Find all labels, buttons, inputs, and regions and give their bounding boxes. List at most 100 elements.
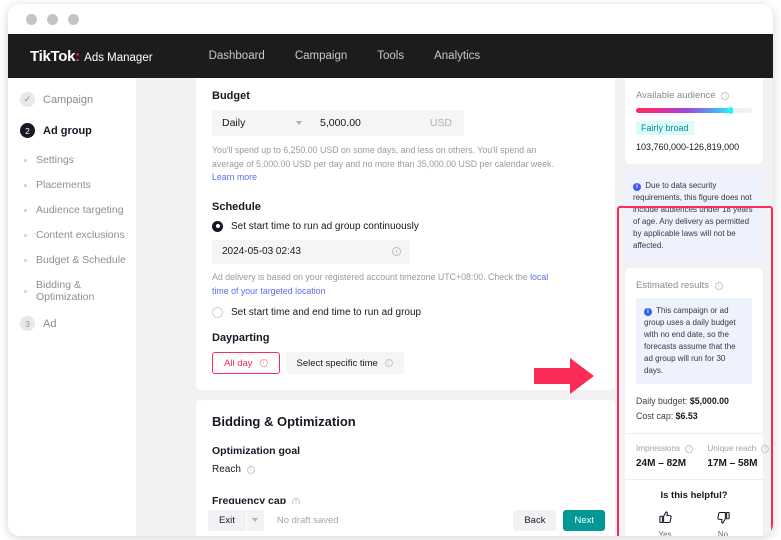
sidebar-step-label-campaign: Campaign [43, 93, 94, 106]
dayparting-section-title: Dayparting [212, 332, 270, 345]
exit-button[interactable]: Exit [208, 509, 246, 531]
info-icon[interactable]: i [685, 445, 694, 453]
schedule-option-continuous[interactable]: Set start time to run ad group continuou… [212, 220, 599, 232]
nav-link-campaign[interactable]: Campaign [295, 50, 347, 62]
main-content: Budget Daily 5,000.00 USD You'll spend u… [196, 78, 625, 536]
schedule-timezone-text: Ad delivery is based on your registered … [212, 271, 528, 282]
budget-schedule-card: Budget Daily 5,000.00 USD You'll spend u… [196, 78, 615, 391]
window-maximize-dot[interactable] [68, 13, 79, 25]
brand-name: TikTok [30, 47, 76, 65]
metric-unique-reach-value: 17M – 58M [707, 458, 758, 469]
bottom-action-bar: Exit No draft saved Back Next [196, 504, 615, 536]
dayparting-option-all-day[interactable]: All day i [212, 352, 280, 375]
thumbs-down-icon [716, 511, 730, 524]
available-audience-panel: Available audience i Fairly broad 103,76… [625, 78, 763, 164]
estimated-metrics: Impressions i 24M – 82M Unique reach i 1… [636, 444, 770, 469]
audience-note-wrap: i Due to data security requirements, thi… [625, 173, 763, 268]
sidebar-item-budget-schedule[interactable]: Budget & Schedule [20, 254, 136, 266]
feedback-no-button[interactable]: No [716, 510, 731, 536]
panel-divider [625, 433, 763, 434]
brand-subtitle: Ads Manager [84, 51, 153, 64]
feedback-yes-button[interactable]: Yes [658, 510, 673, 536]
sidebar-item-label-content-exclusions: Content exclusions [36, 229, 125, 241]
estimated-results-panel: Estimated results i i This campaign or a… [625, 268, 770, 536]
window-minimize-dot[interactable] [47, 13, 58, 25]
sidebar-step-ad[interactable]: 3 Ad [20, 316, 136, 331]
sidebar-item-placements[interactable]: Placements [20, 179, 136, 191]
cost-cap-label: Cost cap: [636, 410, 674, 421]
sidebar-item-label-bidding-optimization: Bidding & Optimization [36, 279, 95, 303]
daily-budget-label: Daily budget: [636, 396, 688, 406]
thumbs-up-icon [658, 511, 672, 524]
metric-unique-reach: Unique reach i 17M – 58M [707, 444, 770, 469]
sidebar-item-content-exclusions[interactable]: Content exclusions [20, 229, 136, 241]
info-icon[interactable]: i [761, 445, 770, 453]
info-icon[interactable]: i [259, 359, 268, 368]
sidebar-step-campaign[interactable]: ✓ Campaign [20, 92, 136, 107]
check-icon: ✓ [20, 92, 35, 107]
back-button[interactable]: Back [513, 509, 557, 531]
brand-dot: : [75, 47, 81, 65]
draft-status-label: No draft saved [276, 514, 339, 526]
clock-icon [392, 247, 401, 257]
app-body: ✓ Campaign 2 Ad group Settings Placement… [8, 78, 773, 536]
nav-link-tools[interactable]: Tools [377, 50, 404, 62]
info-icon[interactable]: i [714, 282, 723, 290]
gauge-knob-icon [729, 107, 734, 114]
info-icon: i [644, 308, 652, 316]
estimated-results-note-text: This campaign or ad group uses a daily b… [644, 306, 736, 375]
sidebar-item-settings[interactable]: Settings [20, 154, 136, 166]
sidebar: ✓ Campaign 2 Ad group Settings Placement… [8, 78, 136, 536]
budget-currency-label: USD [429, 117, 452, 129]
nav-link-dashboard[interactable]: Dashboard [209, 50, 265, 62]
dayparting-segmented-control: All day i Select specific time i [212, 352, 599, 375]
sidebar-step-adgroup[interactable]: 2 Ad group [20, 123, 136, 138]
audience-breadth-gauge [636, 107, 752, 114]
info-icon[interactable]: i [384, 359, 393, 368]
optimization-goal-text: Reach [212, 464, 241, 476]
step-number-badge: 2 [20, 123, 35, 138]
bidding-card-title: Bidding & Optimization [212, 414, 356, 430]
dayparting-option-specific-time[interactable]: Select specific time i [285, 352, 404, 375]
available-audience-title-text: Available audience [636, 90, 716, 101]
cost-cap-line: Cost cap: $6.53 [636, 409, 752, 424]
schedule-start-datetime-value: 2024-05-03 02:43 [222, 246, 301, 258]
chevron-down-icon [296, 121, 302, 125]
budget-amount-input[interactable]: 5,000.00 [310, 117, 430, 129]
next-button[interactable]: Next [563, 509, 605, 531]
budget-type-select[interactable]: Daily [212, 110, 310, 136]
layout-gutter [136, 78, 196, 536]
feedback-no-label: No [717, 530, 729, 536]
brand-logo[interactable]: TikTok : Ads Manager [30, 48, 153, 65]
audience-data-security-note-text: Due to data security requirements, this … [633, 181, 753, 250]
schedule-option-continuous-label: Set start time to run ad group continuou… [231, 220, 419, 232]
bullet-icon [24, 183, 27, 187]
radio-icon [212, 220, 223, 232]
sidebar-item-audience-targeting[interactable]: Audience targeting [20, 204, 136, 216]
app-window: TikTok : Ads Manager Dashboard Campaign … [8, 4, 773, 536]
cost-cap-value: $6.53 [675, 410, 698, 421]
info-icon[interactable]: i [246, 466, 255, 475]
budget-helper-text: You'll spend up to 6,250.00 USD on some … [212, 144, 557, 185]
feedback-buttons: Yes No [636, 510, 752, 536]
top-navigation-bar: TikTok : Ads Manager Dashboard Campaign … [8, 34, 773, 78]
sidebar-item-bidding-optimization[interactable]: Bidding & Optimization [20, 279, 136, 303]
exit-dropdown-button[interactable] [246, 509, 264, 531]
schedule-option-start-end[interactable]: Set start time and end time to run ad gr… [212, 307, 599, 319]
sidebar-item-label-placements: Placements [36, 179, 91, 191]
info-icon[interactable]: i [721, 92, 730, 100]
budget-learn-more-link[interactable]: Learn more [212, 172, 257, 182]
metric-impressions: Impressions i 24M – 82M [636, 444, 694, 469]
metric-impressions-label: Impressions i [636, 444, 694, 453]
nav-links: Dashboard Campaign Tools Analytics [209, 50, 481, 62]
estimated-results-note: i This campaign or ad group uses a daily… [636, 298, 752, 384]
chevron-down-icon [252, 518, 259, 522]
estimated-results-title: Estimated results i [636, 280, 752, 291]
nav-link-analytics[interactable]: Analytics [434, 50, 480, 62]
budget-input-row: Daily 5,000.00 USD [212, 110, 464, 136]
window-close-dot[interactable] [26, 13, 37, 25]
schedule-start-datetime-input[interactable]: 2024-05-03 02:43 [212, 239, 410, 264]
sidebar-step-label-ad: Ad [43, 317, 57, 330]
audience-data-security-note: i Due to data security requirements, thi… [625, 173, 763, 259]
metric-unique-reach-label-text: Unique reach [707, 444, 757, 453]
